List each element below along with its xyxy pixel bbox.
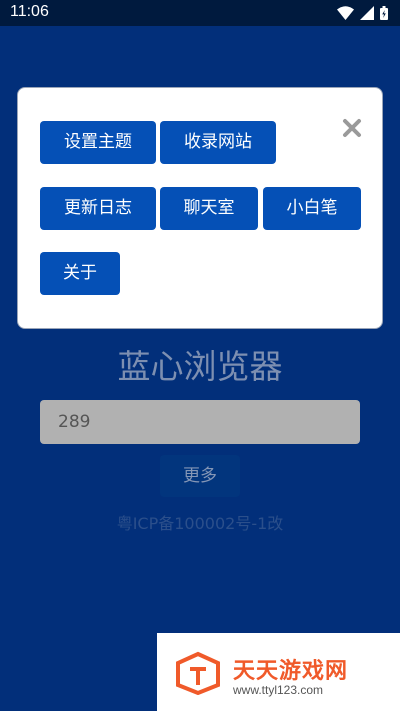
close-icon[interactable]: [340, 116, 364, 140]
watermark: 天天游戏网 www.ttyl123.com: [157, 633, 400, 711]
battery-icon: [380, 6, 388, 20]
watermark-url: www.ttyl123.com: [233, 683, 324, 697]
more-button[interactable]: 更多: [160, 455, 240, 497]
xiaobai-pen-button[interactable]: 小白笔: [263, 187, 361, 230]
app-title: 蓝心浏览器: [117, 347, 283, 386]
more-options-dialog: 设置主题 收录网站 更新日志 聊天室 小白笔 关于: [17, 87, 383, 329]
signal-icon: [360, 6, 374, 20]
status-time: 11:06: [10, 3, 49, 20]
add-site-button[interactable]: 收录网站: [160, 121, 276, 164]
wifi-icon: [337, 6, 354, 20]
search-input[interactable]: 289: [40, 400, 360, 444]
icp-text: 粤ICP备100002号-1改: [116, 514, 284, 533]
watermark-name: 天天游戏网: [233, 659, 349, 684]
changelog-button[interactable]: 更新日志: [40, 187, 156, 230]
status-bar: 11:06: [0, 0, 400, 26]
chat-room-button[interactable]: 聊天室: [160, 187, 258, 230]
status-icons: [337, 6, 388, 20]
watermark-logo-icon: [176, 651, 220, 695]
about-button[interactable]: 关于: [40, 252, 120, 295]
set-theme-button[interactable]: 设置主题: [40, 121, 156, 164]
